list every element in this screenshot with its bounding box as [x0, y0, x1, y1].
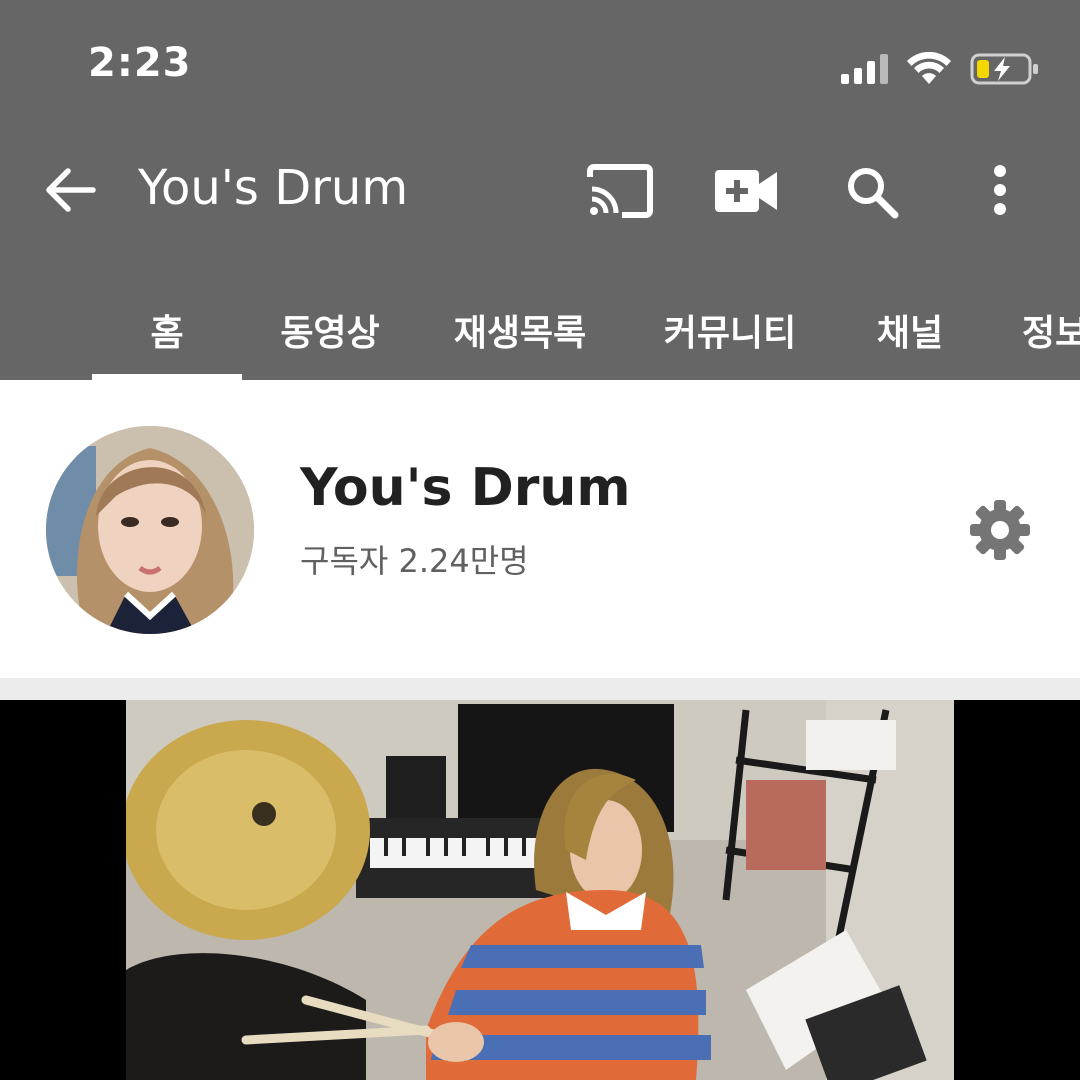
cast-button[interactable]: [584, 158, 656, 224]
tab-about[interactable]: 정보: [1022, 280, 1080, 380]
status-icons: [841, 44, 1040, 94]
top-app-bar: 2:23 You's Drum 홈 동영상 재생목록 커뮤니티 채널 정보: [0, 0, 1080, 380]
battery-charging-icon: [970, 53, 1038, 85]
search-button[interactable]: [842, 162, 902, 222]
signal-icon: [841, 54, 888, 84]
tab-channels[interactable]: 채널: [850, 280, 970, 380]
channel-tabs: 홈 동영상 재생목록 커뮤니티 채널 정보: [0, 280, 1080, 380]
channel-header: You's Drum 구독자 2.24만명: [0, 380, 1080, 678]
back-arrow-icon: [46, 168, 96, 212]
create-video-icon: [715, 170, 777, 212]
back-button[interactable]: [40, 160, 100, 220]
create-video-button[interactable]: [712, 166, 780, 216]
search-icon: [848, 168, 899, 219]
tab-videos[interactable]: 동영상: [250, 280, 410, 380]
channel-settings-button[interactable]: [968, 498, 1032, 562]
tab-community[interactable]: 커뮤니티: [640, 280, 820, 380]
subscriber-count: 구독자 2.24만명: [300, 542, 529, 580]
featured-video-player[interactable]: [0, 700, 1080, 1080]
more-options-button[interactable]: [980, 160, 1020, 220]
tab-home[interactable]: 홈: [92, 280, 242, 380]
section-divider: [0, 678, 1080, 700]
status-time: 2:23: [88, 40, 192, 86]
cast-icon: [587, 164, 653, 218]
channel-name: You's Drum: [300, 458, 631, 518]
wifi-icon: [907, 52, 951, 84]
channel-avatar[interactable]: [46, 426, 254, 634]
more-options-icon: [994, 165, 1006, 215]
gear-icon: [970, 500, 1030, 560]
video-thumbnail: [126, 700, 954, 1080]
tab-playlists[interactable]: 재생목록: [430, 280, 610, 380]
app-bar-title: You's Drum: [138, 160, 409, 216]
